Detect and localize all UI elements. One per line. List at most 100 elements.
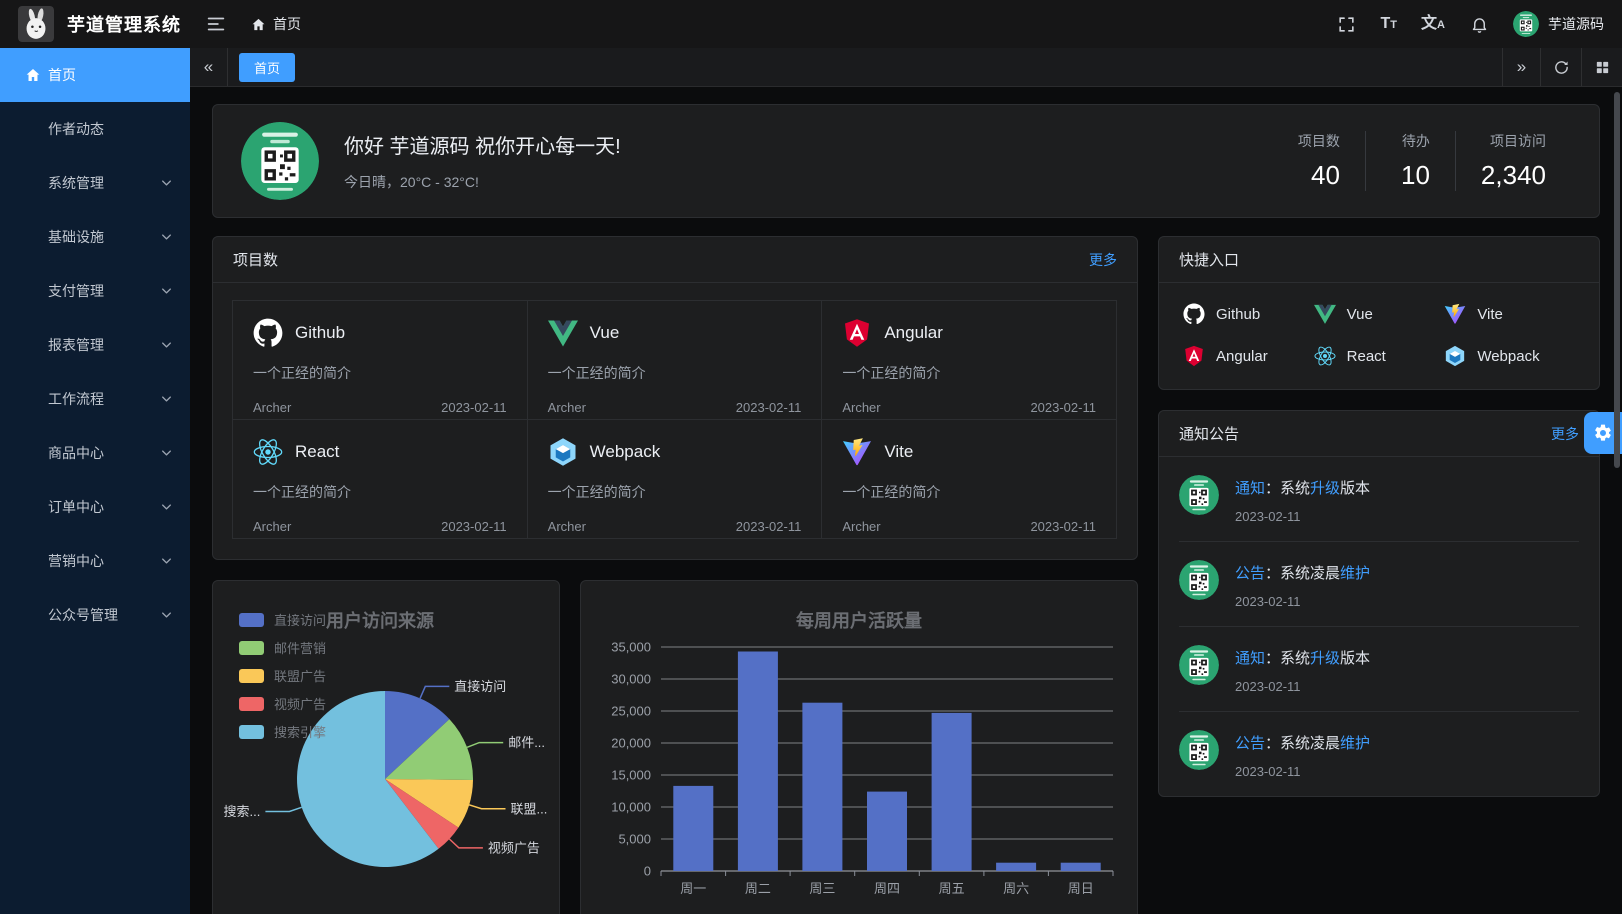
- sidebar-item-作者动态[interactable]: 作者动态: [0, 102, 190, 156]
- projects-card: 项目数 更多 Github 一个正经的简介 Archer 2023-02-11 …: [212, 236, 1138, 560]
- notice-title: 公告：系统凌晨维护: [1235, 562, 1370, 583]
- stat-visits: 项目访问 2,340: [1455, 131, 1571, 191]
- sidebar-item-label: 工作流程: [48, 389, 104, 409]
- breadcrumb[interactable]: 首页: [251, 14, 301, 34]
- greeting-card: 你好 芋道源码 祝你开心每一天! 今日晴，20°C - 32°C! 项目数 40…: [212, 104, 1600, 218]
- stat-label: 项目访问: [1481, 131, 1546, 151]
- sidebar-item-商品中心[interactable]: 商品中心: [0, 426, 190, 480]
- sidebar-item-营销中心[interactable]: 营销中心: [0, 534, 190, 588]
- notice-item[interactable]: 公告：系统凌晨维护 2023-02-11: [1179, 542, 1579, 627]
- tabs-scroll-right-icon[interactable]: »: [1502, 48, 1540, 86]
- sidebar-item-公众号管理[interactable]: 公众号管理: [0, 588, 190, 642]
- sidebar-item-基础设施[interactable]: 基础设施: [0, 210, 190, 264]
- notices-card: 通知公告 更多 通知：系统升级版本 2023-02-11 公告：系统凌晨维护 2…: [1158, 410, 1600, 797]
- stat-label: 项目数: [1298, 131, 1340, 151]
- legend-item[interactable]: 搜索引擎: [239, 722, 326, 741]
- menu-collapse-icon[interactable]: [205, 13, 227, 35]
- sidebar-item-订单中心[interactable]: 订单中心: [0, 480, 190, 534]
- shortcut-item[interactable]: Vue: [1314, 303, 1445, 325]
- right-column: 快捷入口 Github Vue Vite Angular React Webpa…: [1158, 236, 1600, 914]
- legend-item[interactable]: 直接访问: [239, 610, 326, 629]
- shortcut-label: React: [1347, 348, 1386, 365]
- svg-text:20,000: 20,000: [611, 736, 651, 751]
- notice-title: 公告：系统凌晨维护: [1235, 732, 1370, 753]
- notice-item[interactable]: 公告：系统凌晨维护 2023-02-11: [1179, 712, 1579, 796]
- project-date: 2023-02-11: [441, 519, 507, 534]
- svg-text:25,000: 25,000: [611, 704, 651, 719]
- chevron-down-icon: [160, 393, 173, 406]
- notices-more-link[interactable]: 更多: [1551, 424, 1579, 444]
- main-content: 你好 芋道源码 祝你开心每一天! 今日晴，20°C - 32°C! 项目数 40…: [190, 87, 1622, 914]
- project-date: 2023-02-11: [1030, 400, 1096, 415]
- layout-grid-icon[interactable]: [1581, 48, 1622, 86]
- tabbar: « 首页 »: [190, 48, 1622, 87]
- project-name: Webpack: [590, 442, 661, 462]
- notification-bell-icon[interactable]: [1469, 14, 1489, 34]
- notice-date: 2023-02-11: [1235, 679, 1370, 694]
- notice-avatar: [1179, 560, 1219, 600]
- language-icon[interactable]: 文A: [1421, 16, 1445, 32]
- notice-avatar: [1179, 645, 1219, 685]
- project-date: 2023-02-11: [736, 400, 802, 415]
- sidebar-item-首页[interactable]: 首页: [0, 48, 190, 102]
- legend-label: 搜索引擎: [274, 722, 326, 741]
- tabs-scroll-left-icon[interactable]: «: [190, 48, 228, 86]
- legend-item[interactable]: 联盟广告: [239, 666, 326, 685]
- chevron-down-icon: [160, 447, 173, 460]
- notice-avatar: [1179, 475, 1219, 515]
- legend-label: 联盟广告: [274, 666, 326, 685]
- sidebar-item-系统管理[interactable]: 系统管理: [0, 156, 190, 210]
- project-name: Github: [295, 323, 345, 343]
- legend-item[interactable]: 视频广告: [239, 694, 326, 713]
- sidebar-item-支付管理[interactable]: 支付管理: [0, 264, 190, 318]
- stat-todo: 待办 10: [1365, 131, 1455, 191]
- project-description: 一个正经的简介: [253, 482, 507, 502]
- project-card[interactable]: React 一个正经的简介 Archer 2023-02-11: [232, 419, 528, 539]
- sidebar-item-label: 首页: [48, 65, 76, 85]
- project-card[interactable]: Webpack 一个正经的简介 Archer 2023-02-11: [527, 419, 823, 539]
- shortcut-item[interactable]: Webpack: [1444, 345, 1575, 367]
- shortcut-item[interactable]: React: [1314, 345, 1445, 367]
- font-size-icon[interactable]: TT: [1381, 16, 1398, 32]
- svg-text:周五: 周五: [939, 881, 965, 896]
- svg-text:5,000: 5,000: [618, 832, 651, 847]
- sidebar-item-label: 作者动态: [48, 119, 104, 139]
- shortcut-item[interactable]: Vite: [1444, 303, 1575, 325]
- shortcut-label: Vite: [1477, 306, 1503, 323]
- github-icon: [1183, 303, 1205, 325]
- notice-title: 通知：系统升级版本: [1235, 477, 1370, 498]
- shortcut-item[interactable]: Github: [1183, 303, 1314, 325]
- left-column: 项目数 更多 Github 一个正经的简介 Archer 2023-02-11 …: [212, 236, 1138, 914]
- notice-item[interactable]: 通知：系统升级版本 2023-02-11: [1179, 457, 1579, 542]
- shortcuts-card: 快捷入口 Github Vue Vite Angular React Webpa…: [1158, 236, 1600, 390]
- stat-projects: 项目数 40: [1273, 131, 1365, 191]
- sidebar-item-工作流程[interactable]: 工作流程: [0, 372, 190, 426]
- refresh-icon[interactable]: [1540, 48, 1581, 86]
- project-card[interactable]: Vue 一个正经的简介 Archer 2023-02-11: [527, 300, 823, 420]
- vue-icon: [1314, 303, 1336, 325]
- project-description: 一个正经的简介: [842, 482, 1096, 502]
- greeting-title: 你好 芋道源码 祝你开心每一天!: [344, 130, 621, 159]
- projects-more-link[interactable]: 更多: [1089, 250, 1117, 270]
- project-card[interactable]: Angular 一个正经的简介 Archer 2023-02-11: [821, 300, 1117, 420]
- chevron-down-icon: [160, 177, 173, 190]
- shortcut-label: Webpack: [1477, 348, 1539, 365]
- project-card[interactable]: Vite 一个正经的简介 Archer 2023-02-11: [821, 419, 1117, 539]
- app-window: 芋道管理系统 首页 TT 文A 芋道源码 首页: [0, 0, 1622, 914]
- greeting-stats: 项目数 40 待办 10 项目访问 2,340: [1273, 131, 1571, 191]
- fullscreen-icon[interactable]: [1337, 14, 1357, 34]
- tab-home[interactable]: 首页: [239, 53, 295, 82]
- project-card[interactable]: Github 一个正经的简介 Archer 2023-02-11: [232, 300, 528, 420]
- greeting-avatar: [241, 122, 319, 200]
- breadcrumb-item: 首页: [273, 14, 301, 34]
- legend-item[interactable]: 邮件营销: [239, 638, 326, 657]
- legend-label: 直接访问: [274, 610, 326, 629]
- notice-item[interactable]: 通知：系统升级版本 2023-02-11: [1179, 627, 1579, 712]
- user-menu[interactable]: 芋道源码: [1513, 11, 1604, 37]
- shortcut-item[interactable]: Angular: [1183, 345, 1314, 367]
- sidebar-item-报表管理[interactable]: 报表管理: [0, 318, 190, 372]
- project-date: 2023-02-11: [1030, 519, 1096, 534]
- username: 芋道源码: [1548, 14, 1604, 34]
- vertical-scrollbar[interactable]: [1614, 92, 1620, 468]
- project-description: 一个正经的简介: [842, 363, 1096, 383]
